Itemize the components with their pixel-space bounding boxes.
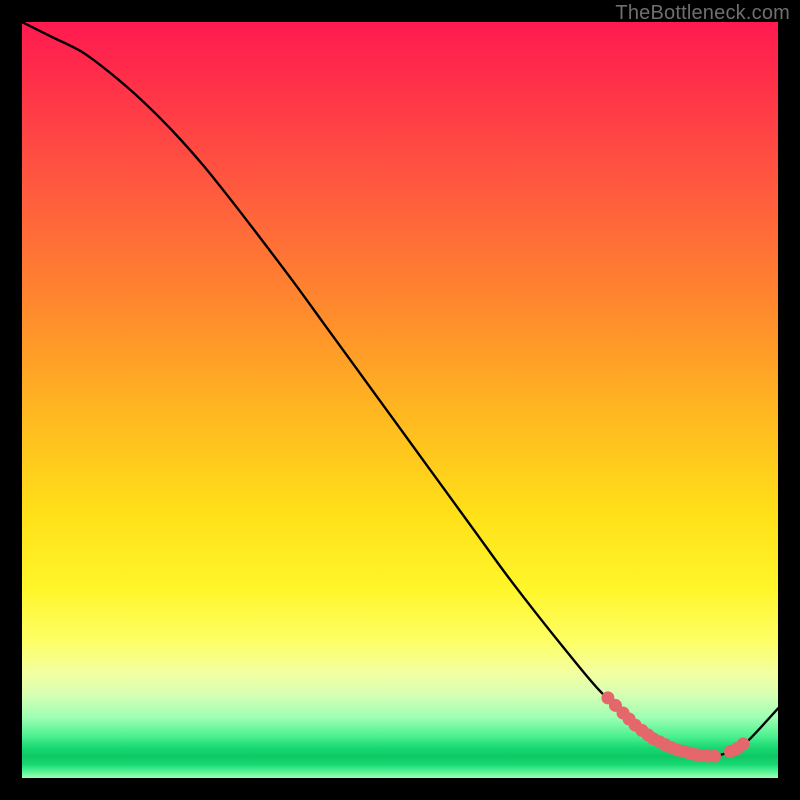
highlight-dots [601, 691, 749, 762]
highlight-dot [737, 737, 750, 750]
chart-overlay [22, 22, 778, 778]
plot-area [22, 22, 778, 778]
attribution-label: TheBottleneck.com [615, 2, 790, 25]
curve-group [22, 22, 778, 756]
curve-line [22, 22, 778, 756]
highlight-dot [708, 750, 721, 763]
chart-stage: TheBottleneck.com [0, 0, 800, 800]
